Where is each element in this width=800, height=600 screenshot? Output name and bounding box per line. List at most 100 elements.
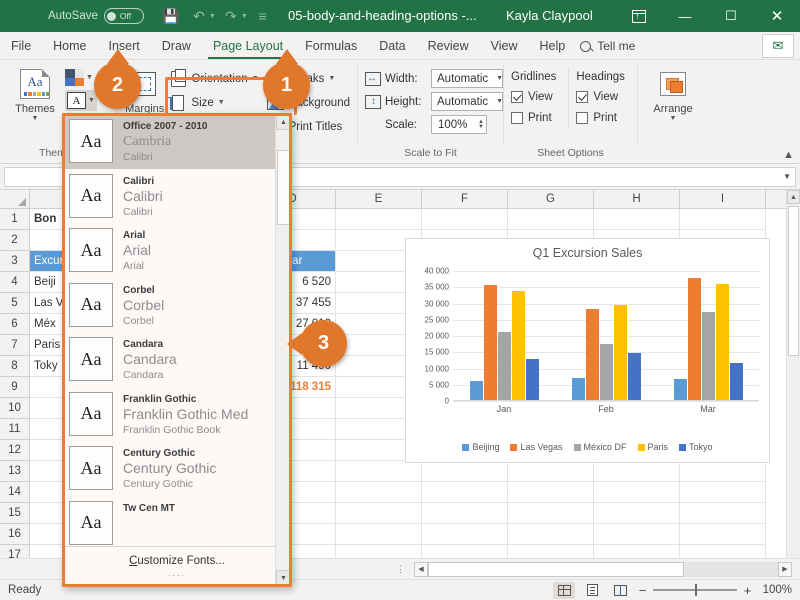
zoom-out-button[interactable]: −	[637, 583, 648, 598]
chart-bar[interactable]	[484, 285, 497, 400]
scroll-right-button[interactable]: ▶	[778, 562, 792, 577]
cell-g17[interactable]	[508, 545, 594, 558]
cell-i16[interactable]	[680, 524, 766, 545]
chart-bar[interactable]	[586, 309, 599, 400]
row-header[interactable]: 6	[0, 314, 29, 335]
cell-f14[interactable]	[422, 482, 508, 503]
cell-e14[interactable]	[336, 482, 422, 503]
cell-g1[interactable]	[508, 209, 594, 230]
row-header[interactable]: 12	[0, 440, 29, 461]
spinner-arrows-icon[interactable]: ▲▼	[478, 120, 484, 130]
column-header-h[interactable]: H	[594, 190, 680, 208]
cell-f15[interactable]	[422, 503, 508, 524]
chart-bar[interactable]	[526, 359, 539, 400]
tab-review[interactable]: Review	[417, 33, 480, 59]
page-height-combobox[interactable]: Automatic ▼	[431, 92, 503, 111]
chart-bar[interactable]	[572, 378, 585, 400]
zoom-slider[interactable]	[653, 589, 737, 591]
theme-colors-button[interactable]: ▼	[65, 69, 97, 86]
row-header[interactable]: 17	[0, 545, 29, 558]
cell-f17[interactable]	[422, 545, 508, 558]
row-header[interactable]: 7	[0, 335, 29, 356]
chart-bar[interactable]	[512, 291, 525, 400]
row-header[interactable]: 2	[0, 230, 29, 251]
cell-e16[interactable]	[336, 524, 422, 545]
column-header-i[interactable]: I	[680, 190, 766, 208]
tab-file[interactable]: File	[0, 33, 42, 59]
ribbon-display-options-icon[interactable]	[616, 0, 662, 32]
chart-bar[interactable]	[498, 332, 511, 400]
column-header-e[interactable]: E	[336, 190, 422, 208]
cell-h16[interactable]	[594, 524, 680, 545]
font-theme-item[interactable]: AaCorbelCorbelCorbel	[63, 278, 291, 333]
cell-i15[interactable]	[680, 503, 766, 524]
zoom-control[interactable]: − + 100%	[637, 583, 792, 598]
undo-caret-icon[interactable]: ▼	[209, 13, 216, 20]
excel-chart[interactable]: Q1 Excursion Sales 40 000 35 000 30 000 …	[405, 238, 770, 463]
font-theme-item[interactable]: AaFranklin GothicFranklin Gothic MedFran…	[63, 387, 291, 442]
minimize-button[interactable]: —	[662, 0, 708, 32]
maximize-button[interactable]: ☐	[708, 0, 754, 32]
cell-i14[interactable]	[680, 482, 766, 503]
zoom-in-button[interactable]: +	[742, 583, 753, 598]
theme-colors-caret-icon[interactable]: ▼	[86, 74, 93, 81]
cell-g14[interactable]	[508, 482, 594, 503]
autosave-toggle[interactable]: AutoSave Off	[48, 8, 144, 24]
font-theme-item[interactable]: AaCalibriCalibriCalibri	[63, 169, 291, 224]
row-header[interactable]: 13	[0, 461, 29, 482]
horizontal-scrollbar[interactable]: ⋮ ◀ ▶	[396, 562, 792, 577]
column-header-g[interactable]: G	[508, 190, 594, 208]
cell-e15[interactable]	[336, 503, 422, 524]
size-caret-icon[interactable]: ▼	[218, 99, 225, 106]
size-button[interactable]: Size ▼	[169, 91, 258, 114]
legend-item[interactable]: Paris	[638, 442, 669, 452]
row-header[interactable]: 1	[0, 209, 29, 230]
headings-print-checkbox[interactable]: Print	[576, 107, 630, 128]
font-theme-item[interactable]: AaCentury GothicCentury GothicCentury Go…	[63, 441, 291, 496]
chart-bar[interactable]	[688, 278, 701, 400]
font-theme-item[interactable]: AaCandaraCandaraCandara	[63, 332, 291, 387]
chart-bar[interactable]	[628, 353, 641, 400]
row-header[interactable]: 14	[0, 482, 29, 503]
orientation-button[interactable]: Orientation ▼	[169, 67, 258, 90]
cell-g16[interactable]	[508, 524, 594, 545]
cell-e17[interactable]	[336, 545, 422, 558]
tab-data[interactable]: Data	[368, 33, 416, 59]
scrollbar-track[interactable]	[428, 562, 778, 577]
tab-help[interactable]: Help	[529, 33, 577, 59]
scroll-left-button[interactable]: ◀	[414, 562, 428, 577]
scrollbar-thumb[interactable]	[788, 206, 799, 356]
orientation-caret-icon[interactable]: ▼	[252, 75, 259, 82]
page-width-combobox[interactable]: Automatic ▼	[431, 69, 503, 88]
column-header-f[interactable]: F	[422, 190, 508, 208]
cell-h14[interactable]	[594, 482, 680, 503]
font-list[interactable]: AaOffice 2007 - 2010CambriaCalibriAaCali…	[63, 114, 291, 546]
page-layout-view-button[interactable]	[581, 582, 603, 599]
scroll-up-button[interactable]: ▲	[787, 190, 800, 204]
chart-bar[interactable]	[730, 363, 743, 400]
normal-view-button[interactable]	[553, 582, 575, 599]
sheet-tab-split-icon[interactable]: ⋮	[396, 564, 406, 575]
page-break-preview-button[interactable]	[609, 582, 631, 599]
chart-bar[interactable]	[702, 312, 715, 400]
theme-fonts-caret-icon[interactable]: ▼	[88, 97, 95, 104]
zoom-slider-handle[interactable]	[695, 584, 697, 596]
row-header[interactable]: 8	[0, 356, 29, 377]
row-header[interactable]: 11	[0, 419, 29, 440]
font-theme-item[interactable]: AaOffice 2007 - 2010CambriaCalibri	[63, 114, 291, 169]
gridlines-print-checkbox[interactable]: Print	[511, 107, 568, 128]
cell-f16[interactable]	[422, 524, 508, 545]
themes-caret-icon[interactable]: ▼	[32, 115, 39, 122]
resize-grip-icon[interactable]: ....	[168, 568, 186, 578]
cell-h15[interactable]	[594, 503, 680, 524]
cell-h1[interactable]	[594, 209, 680, 230]
breaks-caret-icon[interactable]: ▼	[328, 75, 335, 82]
arrange-caret-icon[interactable]: ▼	[670, 115, 677, 122]
cell-h13[interactable]	[594, 461, 680, 482]
row-header[interactable]: 9	[0, 377, 29, 398]
theme-fonts-button[interactable]: A ▼	[65, 90, 97, 111]
scrollbar-thumb[interactable]	[277, 150, 290, 225]
share-button[interactable]: ✉	[762, 34, 794, 58]
row-header[interactable]: 10	[0, 398, 29, 419]
legend-item[interactable]: México DF	[574, 442, 627, 452]
